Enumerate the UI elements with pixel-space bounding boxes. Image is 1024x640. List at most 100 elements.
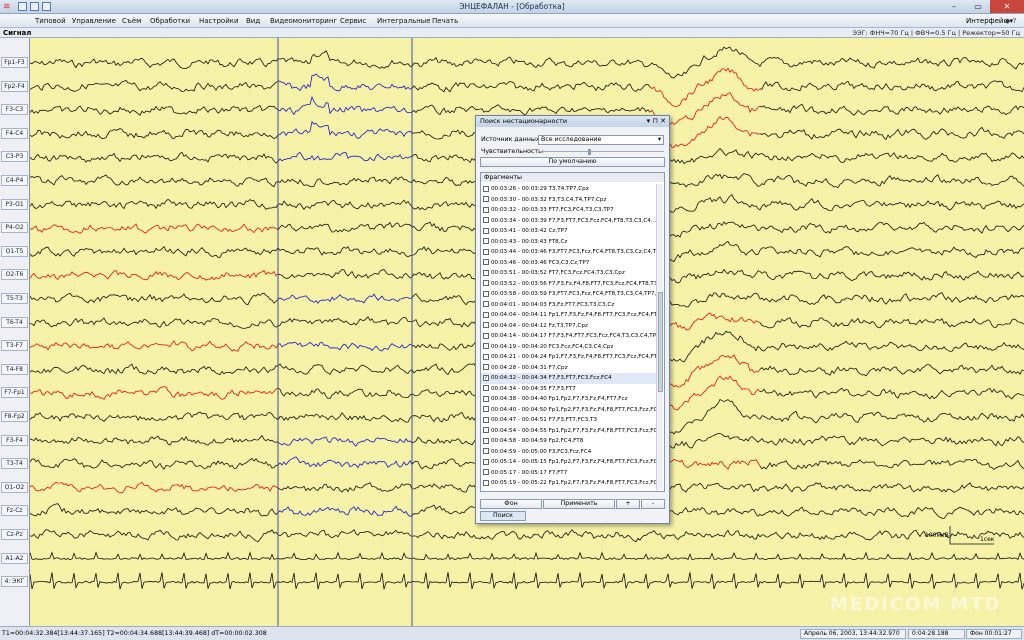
fragment-item[interactable]: 00:04:19 - 00:04:20 FC3,Fcz,FC4,C3,C4,Cp… (481, 342, 657, 353)
channel-label[interactable]: F7-Fp1 (1, 387, 28, 399)
channel-label[interactable]: O1-T5 (1, 245, 28, 257)
channel-label[interactable]: Fp2-F4 (1, 80, 28, 92)
menu-nastroyki[interactable]: Настройки (199, 17, 239, 25)
fragment-item[interactable]: 00:03:30 - 00:03:32 F3,T3,C4,T4,TP7,Cpz (481, 195, 657, 206)
fragment-item[interactable]: 00:03:58 - 00:03:59 F3,FT7,FC3,Fcz,FC4,F… (481, 289, 657, 300)
fragment-checkbox[interactable] (483, 311, 489, 318)
fragment-checkbox[interactable] (483, 427, 489, 433)
fragment-checkbox[interactable] (483, 269, 489, 276)
channel-label[interactable]: Fz-Cz (1, 505, 28, 517)
fragment-item[interactable]: 00:04:04 - 00:04:12 Fz,T3,TP7,Cpz (481, 321, 657, 332)
fragment-checkbox[interactable] (483, 469, 489, 475)
sensitivity-slider-thumb[interactable] (588, 149, 591, 155)
fragment-item[interactable]: 00:05:17 - 00:05:17 F7,FT7 (481, 468, 657, 479)
fragment-item[interactable]: 00:03:51 - 00:03:52 FT7,FC3,Fcz,FC4,T3,C… (481, 268, 657, 279)
fragment-checkbox[interactable] (483, 479, 489, 486)
fragment-checkbox[interactable] (483, 343, 489, 349)
fragment-item[interactable]: 00:04:04 - 00:04:11 Fp1,F7,F3,Fz,F4,F8,F… (481, 310, 657, 321)
channel-label[interactable]: T4-F8 (1, 363, 28, 375)
default-button[interactable]: По умолчанию (480, 157, 665, 167)
channel-label[interactable]: Fp1-F3 (1, 57, 28, 68)
menu-obrabotki[interactable]: Обработки (150, 17, 190, 25)
fragment-item[interactable]: 00:04:59 - 00:05:00 F3,FC3,Fcz,FC4 (481, 447, 657, 458)
channel-label[interactable]: T3-T4 (1, 458, 28, 470)
fragment-checkbox[interactable] (483, 395, 489, 402)
minimize-button[interactable]: – (942, 0, 966, 13)
dialog-close-icon[interactable]: ✕ (660, 117, 666, 125)
fragment-checkbox[interactable] (483, 416, 489, 423)
channel-label[interactable]: T6-T4 (1, 316, 28, 328)
channel-label[interactable]: O1-O2 (1, 481, 28, 493)
fragment-checkbox[interactable] (483, 364, 489, 370)
fragment-item[interactable]: 00:03:44 - 00:03:46 F3,FT7,FC3,Fcz,FC4,F… (481, 247, 657, 258)
menu-videomonitoring[interactable]: Видеомониторинг (270, 17, 337, 25)
fragment-item[interactable]: 00:03:52 - 00:03:56 F7,F3,Fz,F4,F8,FT7,F… (481, 279, 657, 290)
fragment-checkbox[interactable] (483, 196, 489, 202)
fragment-item[interactable]: 00:03:46 - 00:03:46 FC3,C3,Cz,TP7 (481, 258, 657, 269)
fragment-item[interactable]: 00:05:14 - 00:05:15 Fp1,Fp2,F7,F3,Fz,F4,… (481, 457, 657, 468)
fragment-item[interactable]: 00:04:47 - 00:04:51 F7,F3,FT7,FC3,T3 (481, 415, 657, 426)
channel-label[interactable]: T5-T3 (1, 293, 28, 304)
menu-tipovoy[interactable]: Типовой (35, 17, 66, 25)
fragment-item[interactable]: 00:03:34 - 00:03:39 F7,F3,FT7,FC3,Fcz,FC… (481, 216, 657, 227)
fragment-item[interactable]: 00:04:38 - 00:04:40 Fp1,Fp2,F7,F3,Fz,F4,… (481, 394, 657, 405)
close-button[interactable]: ✕ (990, 0, 1024, 13)
menu-pechat[interactable]: Печать (432, 17, 458, 25)
scroll-thumb[interactable] (658, 292, 663, 392)
menu-integralnye[interactable]: Интегральные (377, 17, 431, 25)
fragment-checkbox[interactable] (483, 458, 489, 465)
fragment-item[interactable]: 00:03:41 - 00:03:42 Cz,TP7 (481, 226, 657, 237)
fragment-checkbox[interactable] (483, 227, 489, 234)
apply-button[interactable]: Применить (543, 499, 615, 509)
fragment-item[interactable]: 00:05:22 - 00:05:23 FT7,FC3,T3 (481, 489, 657, 491)
fragment-checkbox[interactable] (483, 248, 489, 255)
search-button[interactable]: Поиск (480, 511, 526, 521)
channel-label[interactable]: F3-F4 (1, 434, 28, 446)
fragment-checkbox[interactable] (483, 290, 489, 297)
channel-label[interactable]: O2-T6 (1, 269, 28, 281)
fragment-checkbox[interactable] (483, 322, 489, 328)
fragment-checkbox[interactable] (483, 185, 489, 192)
fragment-checkbox[interactable] (483, 206, 489, 213)
fragment-checkbox[interactable] (483, 217, 489, 223)
fragment-item[interactable]: 00:05:19 - 00:05:22 Fp1,Fp2,F7,F3,Fz,F4,… (481, 478, 657, 489)
fragment-item[interactable]: 00:03:26 - 00:03:29 T3,T4,TP7,Cpz (481, 184, 657, 195)
fragment-item[interactable]: 00:03:32 - 00:03:33 FT7,FC3,FC4,T3,C3,TP… (481, 205, 657, 216)
channel-label[interactable]: T3-F7 (1, 340, 28, 352)
fragment-item[interactable]: 00:04:58 - 00:04:59 Fp2,FC4,FT8 (481, 436, 657, 447)
fragment-item[interactable]: 00:04:40 - 00:04:50 Fp1,Fp2,F7,F3,Fz,F4,… (481, 405, 657, 416)
add-button[interactable]: + (616, 499, 640, 509)
channel-label[interactable]: A1-A2 (1, 552, 28, 564)
menu-sjom[interactable]: Съём (122, 17, 141, 25)
fragment-item[interactable]: 00:04:28 - 00:04:31 F7,Cpz (481, 363, 657, 374)
channel-label[interactable]: F3-C3 (1, 104, 28, 116)
source-select[interactable]: Все исследование ▾ (538, 135, 664, 145)
fragment-item[interactable]: 00:03:43 - 00:03:43 FT8,Cz (481, 237, 657, 248)
fragment-item[interactable]: 00:04:21 - 00:04:24 Fp1,F7,F3,Fz,F4,F8,F… (481, 352, 657, 363)
menu-servis[interactable]: Сервис (340, 17, 366, 25)
fragment-checkbox[interactable] (483, 280, 489, 286)
fragment-item[interactable]: ✓ 00:04:32 - 00:04:34 F7,F3,FT7,FC3,Fcz,F… (481, 373, 657, 384)
channel-label[interactable]: Cz-Pz (1, 529, 28, 540)
channel-label[interactable]: P4-O2 (1, 222, 28, 234)
fragment-checkbox[interactable] (483, 448, 489, 454)
fragment-checkbox[interactable] (483, 238, 489, 244)
background-button[interactable]: Фон (480, 499, 542, 509)
dialog-menu-icon[interactable]: ▾ (647, 117, 651, 125)
dialog-pin-icon[interactable]: ⊓ (652, 117, 657, 125)
help-icon[interactable]: ◆ ? (1005, 17, 1016, 25)
remove-button[interactable]: - (641, 499, 665, 509)
fragment-item[interactable]: 00:04:14 - 00:04:17 F7,F3,F4,FT7,FC3,Fcz… (481, 331, 657, 342)
channel-label[interactable]: C3-P3 (1, 151, 28, 163)
fragment-checkbox[interactable] (483, 385, 489, 391)
fragment-checkbox[interactable] (483, 437, 489, 444)
menu-vid[interactable]: Вид (246, 17, 260, 25)
fragment-checkbox[interactable] (483, 259, 489, 265)
dialog-title-bar[interactable]: Поиск нестационарности ▾ ⊓ ✕ (476, 116, 669, 127)
fragment-checkbox[interactable] (483, 353, 489, 360)
channel-label[interactable]: C4-P4 (1, 175, 28, 186)
maximize-button[interactable]: ▭ (966, 0, 990, 13)
fragment-checkbox[interactable] (483, 301, 489, 307)
menu-upravlenie[interactable]: Управление (72, 17, 116, 25)
channel-label[interactable]: F4-C4 (1, 127, 28, 139)
